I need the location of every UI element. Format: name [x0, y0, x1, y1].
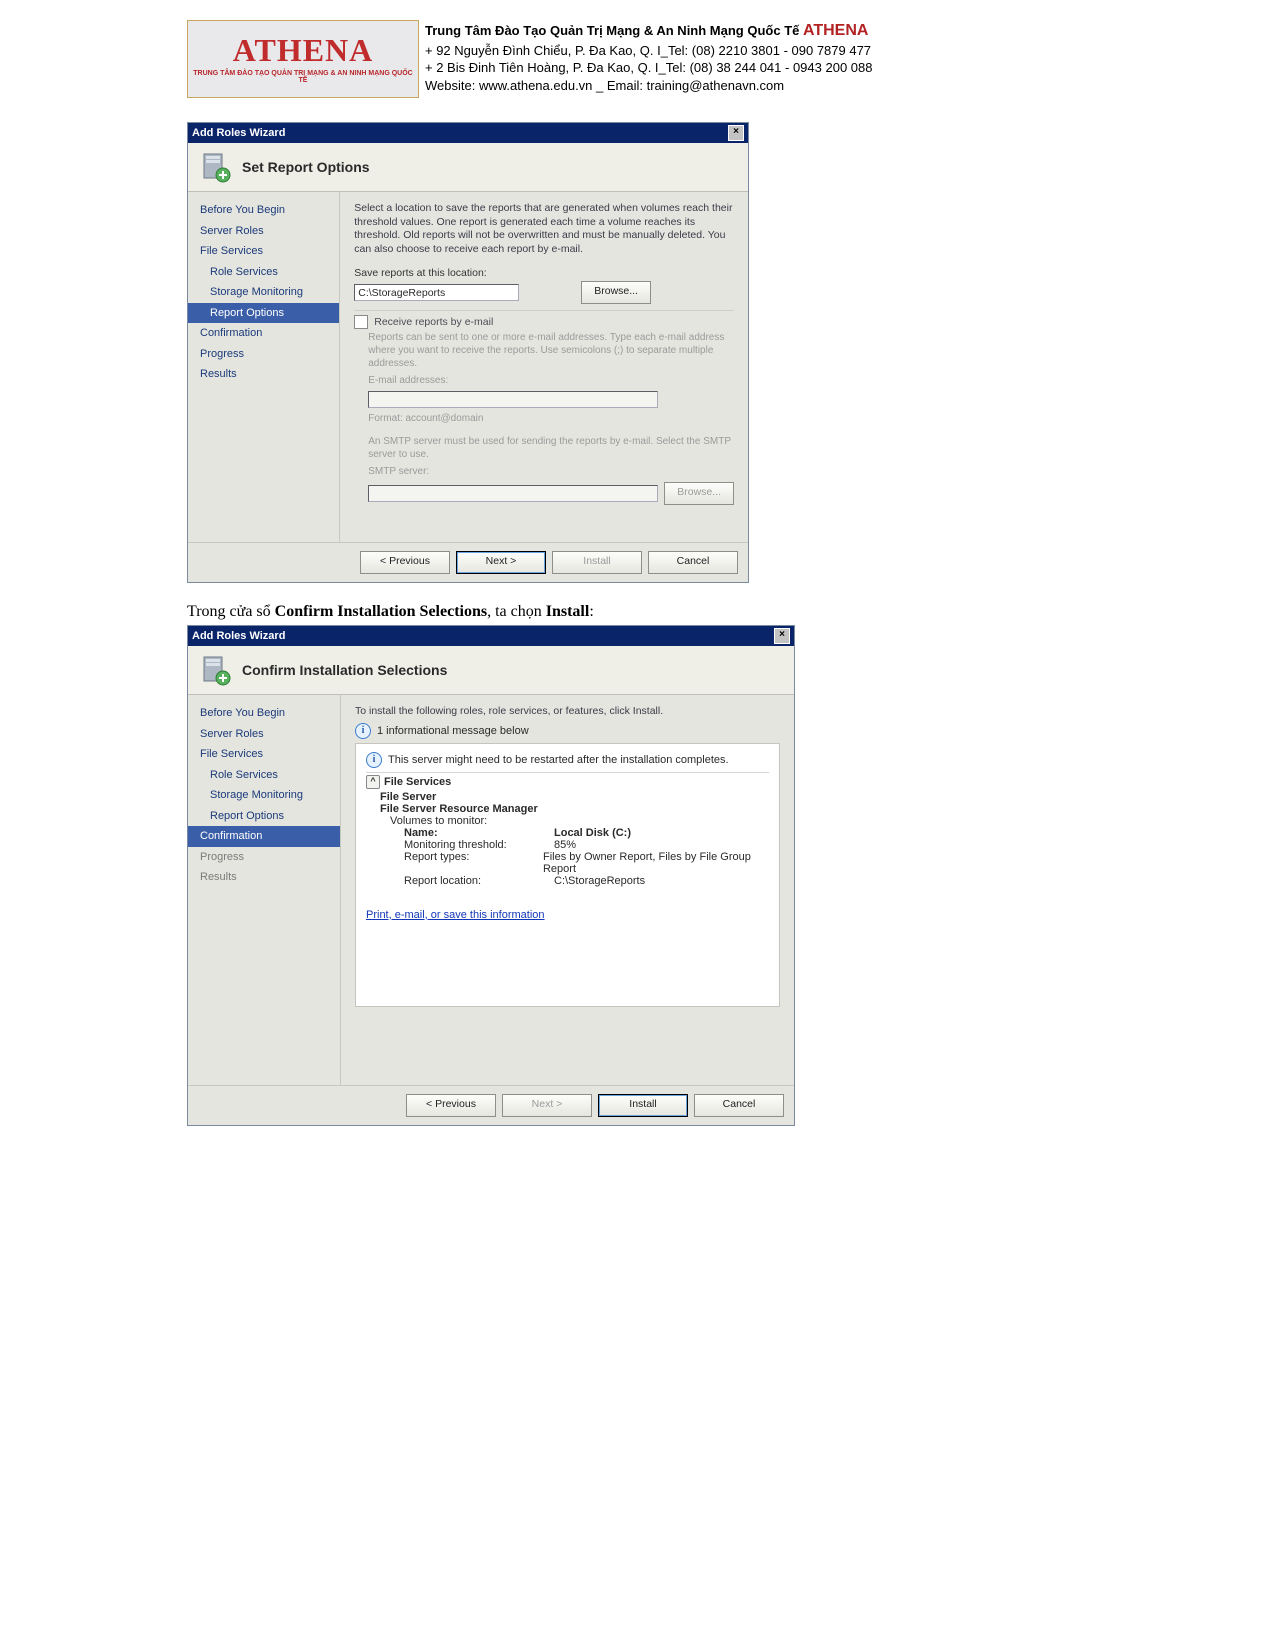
save-location-input[interactable]: C:\StorageReports — [354, 284, 519, 301]
sidebar-item-confirmation[interactable]: Confirmation — [188, 826, 340, 847]
sidebar-item-results[interactable]: Results — [188, 364, 339, 385]
document-header: ATHENA TRUNG TÂM ĐÀO TẠO QUẢN TRỊ MẠNG &… — [187, 20, 1087, 98]
logo-tagline: TRUNG TÂM ĐÀO TẠO QUẢN TRỊ MẠNG & AN NIN… — [192, 70, 414, 84]
detail-key: Monitoring threshold: — [404, 839, 554, 851]
server-icon — [200, 151, 232, 183]
format-hint: Format: account@domain — [368, 412, 734, 425]
sidebar-item-progress[interactable]: Progress — [188, 344, 339, 365]
restart-warning: This server might need to be restarted a… — [388, 754, 729, 766]
page-title: Confirm Installation Selections — [242, 662, 447, 678]
sidebar-item-before-you-begin[interactable]: Before You Begin — [188, 200, 339, 221]
detail-row: Report types:Files by Owner Report, File… — [404, 851, 769, 875]
email-addresses-label: E-mail addresses: — [368, 374, 734, 387]
smtp-browse-button: Browse... — [664, 482, 734, 505]
titlebar: Add Roles Wizard × — [188, 626, 794, 646]
email-section-disabled: Reports can be sent to one or more e-mai… — [354, 331, 734, 505]
org-title: Trung Tâm Đào Tạo Quản Trị Mạng & An Nin… — [425, 20, 872, 42]
fsrm-label: File Server Resource Manager — [380, 803, 538, 815]
cancel-button[interactable]: Cancel — [648, 551, 738, 574]
wizard-footer: < Previous Next > Install Cancel — [188, 1085, 794, 1125]
receive-email-label: Receive reports by e-mail — [374, 316, 493, 328]
athena-logo: ATHENA TRUNG TÂM ĐÀO TẠO QUẢN TRỊ MẠNG &… — [187, 20, 419, 98]
wizard-header: Set Report Options — [188, 143, 748, 192]
previous-button[interactable]: < Previous — [360, 551, 450, 574]
smtp-input — [368, 485, 658, 502]
sidebar-item-file-services[interactable]: File Services — [188, 241, 339, 262]
sidebar-item-report-options[interactable]: Report Options — [188, 303, 339, 324]
sidebar-item-confirmation[interactable]: Confirmation — [188, 323, 339, 344]
cancel-button[interactable]: Cancel — [694, 1094, 784, 1117]
receive-email-checkbox[interactable] — [354, 315, 368, 329]
page-title: Set Report Options — [242, 159, 370, 175]
detail-row: Report location:C:\StorageReports — [404, 875, 769, 887]
print-email-save-link[interactable]: Print, e-mail, or save this information — [366, 909, 545, 921]
next-button: Next > — [502, 1094, 592, 1117]
close-icon[interactable]: × — [728, 125, 744, 141]
wizard-content: To install the following roles, role ser… — [341, 695, 794, 1085]
sidebar-item-server-roles[interactable]: Server Roles — [188, 221, 339, 242]
sidebar-item-results[interactable]: Results — [188, 867, 340, 888]
detail-value: Local Disk (C:) — [554, 827, 631, 839]
sidebar-item-progress[interactable]: Progress — [188, 847, 340, 868]
address-line-2: + 2 Bis Đinh Tiên Hoàng, P. Đa Kao, Q. I… — [425, 59, 872, 77]
collapse-icon[interactable]: ^ — [366, 775, 380, 789]
file-server-label: File Server — [380, 791, 436, 803]
sidebar-item-storage-monitoring[interactable]: Storage Monitoring — [188, 282, 339, 303]
sidebar-item-storage-monitoring[interactable]: Storage Monitoring — [188, 785, 340, 806]
email-input — [368, 391, 658, 408]
detail-key: Report types: — [404, 851, 543, 875]
titlebar: Add Roles Wizard × — [188, 123, 748, 143]
wizard-footer: < Previous Next > Install Cancel — [188, 542, 748, 582]
wizard-header: Confirm Installation Selections — [188, 646, 794, 695]
smtp-label: SMTP server: — [368, 465, 734, 478]
volumes-label: Volumes to monitor: — [390, 815, 487, 827]
close-icon[interactable]: × — [774, 628, 790, 644]
browse-button[interactable]: Browse... — [581, 281, 651, 304]
detail-value: C:\StorageReports — [554, 875, 645, 887]
detail-key: Report location: — [404, 875, 554, 887]
detail-value: 85% — [554, 839, 576, 851]
wizard-sidebar: Before You BeginServer RolesFile Service… — [188, 695, 341, 1085]
info-icon: i — [355, 723, 371, 739]
detail-row: Monitoring threshold:85% — [404, 839, 769, 851]
wizard-sidebar: Before You BeginServer RolesFile Service… — [188, 192, 340, 542]
smtp-desc: An SMTP server must be used for sending … — [368, 435, 734, 461]
wizard-confirm-installation: Add Roles Wizard × Confirm Installation … — [187, 625, 795, 1126]
details-table: File Server File Server Resource Manager… — [380, 791, 769, 887]
install-button[interactable]: Install — [598, 1094, 688, 1117]
confirmation-panel: i This server might need to be restarted… — [355, 743, 780, 1007]
wizard-set-report-options: Add Roles Wizard × Set Report Options Be… — [187, 122, 749, 583]
sidebar-item-before-you-begin[interactable]: Before You Begin — [188, 703, 340, 724]
save-location-label: Save reports at this location: — [354, 267, 734, 279]
role-group-title: File Services — [384, 776, 451, 788]
sidebar-item-server-roles[interactable]: Server Roles — [188, 724, 340, 745]
org-info: Trung Tâm Đào Tạo Quản Trị Mạng & An Nin… — [425, 20, 872, 94]
contact-line: Website: www.athena.edu.vn _ Email: trai… — [425, 77, 872, 95]
sidebar-item-file-services[interactable]: File Services — [188, 744, 340, 765]
info-msg-count: 1 informational message below — [377, 725, 529, 737]
sidebar-item-role-services[interactable]: Role Services — [188, 262, 339, 283]
wizard-content: Select a location to save the reports th… — [340, 192, 748, 542]
info-icon: i — [366, 752, 382, 768]
next-button[interactable]: Next > — [456, 551, 546, 574]
description: Select a location to save the reports th… — [354, 202, 734, 257]
sidebar-item-report-options[interactable]: Report Options — [188, 806, 340, 827]
instruction-text: Trong cửa sổ Confirm Installation Select… — [187, 603, 1087, 621]
server-icon — [200, 654, 232, 686]
email-desc: Reports can be sent to one or more e-mai… — [368, 331, 734, 370]
address-line-1: + 92 Nguyễn Đình Chiểu, P. Đa Kao, Q. I_… — [425, 42, 872, 60]
previous-button[interactable]: < Previous — [406, 1094, 496, 1117]
detail-row: Name:Local Disk (C:) — [404, 827, 769, 839]
detail-value: Files by Owner Report, Files by File Gro… — [543, 851, 769, 875]
window-title: Add Roles Wizard — [192, 630, 285, 642]
window-title: Add Roles Wizard — [192, 127, 285, 139]
detail-key: Name: — [404, 827, 554, 839]
confirm-description: To install the following roles, role ser… — [355, 705, 780, 719]
logo-title: ATHENA — [233, 34, 374, 66]
install-button: Install — [552, 551, 642, 574]
sidebar-item-role-services[interactable]: Role Services — [188, 765, 340, 786]
